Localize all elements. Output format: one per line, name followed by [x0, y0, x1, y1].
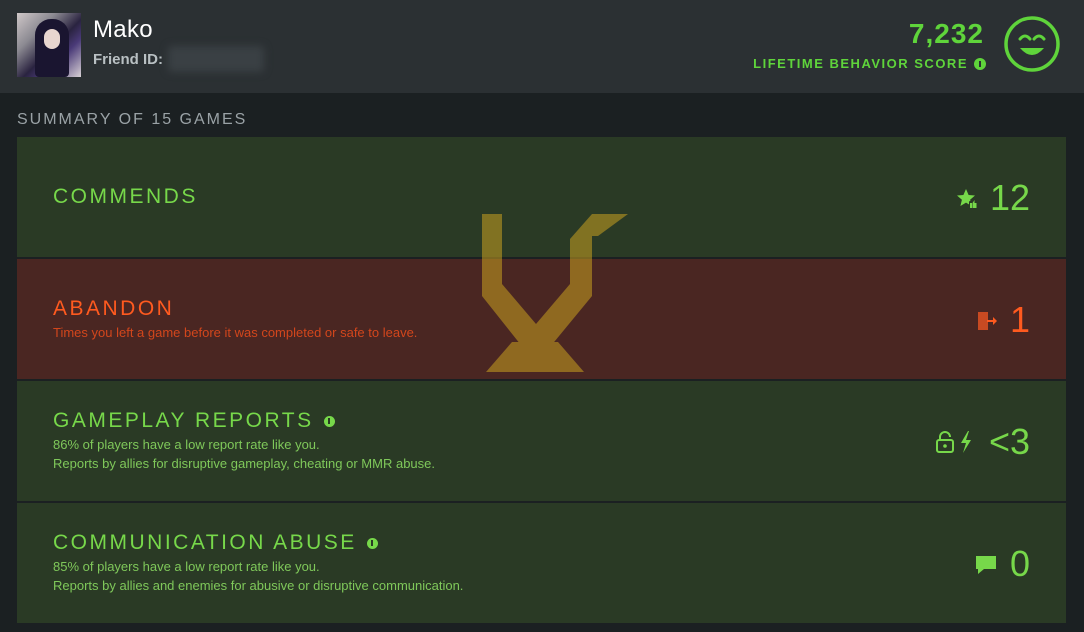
communication-abuse-title: COMMUNICATION ABUSE [53, 531, 378, 555]
info-icon[interactable] [974, 57, 986, 70]
communication-abuse-value: 0 [974, 543, 1030, 585]
star-thumb-icon [956, 177, 978, 219]
commends-count: 12 [989, 177, 1030, 218]
gameplay-reports-desc-line1: 86% of players have a low report rate li… [53, 437, 320, 452]
friend-id-blurred [168, 46, 264, 72]
abandon-value: 1 [976, 299, 1030, 341]
exit-door-icon [976, 299, 998, 341]
commends-value: 12 [956, 177, 1030, 219]
friend-id-label: Friend ID: [93, 51, 163, 68]
behavior-score-label-text: LIFETIME BEHAVIOR SCORE [753, 56, 968, 71]
abandon-title: ABANDON [53, 297, 174, 321]
info-icon[interactable] [366, 537, 378, 549]
behavior-score-value: 7,232 [908, 18, 984, 49]
gameplay-reports-count: <3 [988, 421, 1030, 462]
info-icon[interactable] [323, 415, 335, 427]
commends-title-text: COMMENDS [53, 185, 198, 208]
commends-title: COMMENDS [53, 185, 198, 209]
abandon-desc: Times you left a game before it was comp… [53, 325, 418, 340]
communication-abuse-desc: 85% of players have a low report rate li… [53, 557, 463, 595]
lock-lightning-icon [935, 421, 977, 463]
communication-abuse-desc-line2: Reports by allies and enemies for abusiv… [53, 578, 464, 593]
gameplay-reports-title-text: GAMEPLAY REPORTS [53, 409, 314, 432]
player-name: Mako [93, 16, 153, 43]
profile-header: Mako Friend ID: 7,232 LIFETIME BEHAVIOR … [0, 0, 1084, 93]
behavior-score-label: LIFETIME BEHAVIOR SCORE [753, 56, 986, 71]
communication-abuse-count: 0 [1009, 543, 1030, 584]
gameplay-reports-title: GAMEPLAY REPORTS [53, 409, 335, 433]
abandon-count: 1 [1009, 299, 1030, 340]
communication-abuse-desc-line1: 85% of players have a low report rate li… [53, 559, 320, 574]
gameplay-reports-row: GAMEPLAY REPORTS 86% of players have a l… [17, 381, 1066, 501]
abandon-title-text: ABANDON [53, 297, 175, 320]
rank-emblem-icon [482, 214, 630, 377]
avatar[interactable] [17, 13, 81, 77]
gameplay-reports-desc-line2: Reports by allies for disruptive gamepla… [53, 456, 435, 471]
gameplay-reports-desc: 86% of players have a low report rate li… [53, 435, 435, 473]
communication-abuse-row: COMMUNICATION ABUSE 85% of players have … [17, 503, 1066, 623]
gameplay-reports-value: <3 [935, 421, 1030, 463]
chat-bubble-icon [974, 543, 998, 585]
communication-abuse-title-text: COMMUNICATION ABUSE [53, 531, 357, 554]
smiley-icon [1003, 15, 1061, 78]
summary-title: SUMMARY OF 15 GAMES [17, 111, 248, 128]
